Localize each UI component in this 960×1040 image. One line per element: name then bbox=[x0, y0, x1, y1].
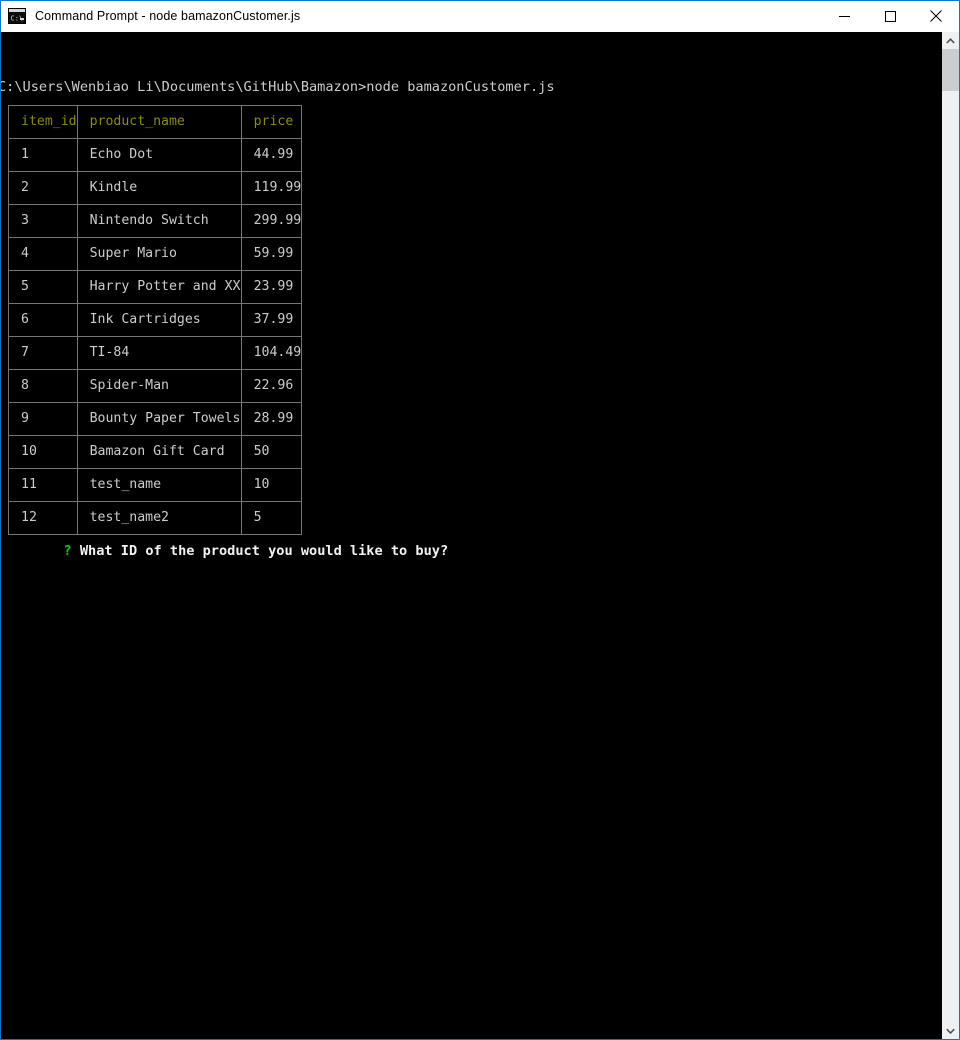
cell-product-name: TI-84 bbox=[76, 336, 242, 370]
cell-item-id: 9 bbox=[8, 402, 78, 436]
table-row: 5 Harry Potter and XX 23.99 bbox=[8, 270, 303, 304]
scrollbar-track[interactable] bbox=[942, 49, 959, 1022]
cell-item-id: 5 bbox=[8, 270, 78, 304]
table-row: 1 Echo Dot 44.99 bbox=[8, 138, 303, 172]
column-header-price: price bbox=[240, 105, 303, 139]
cell-item-id: 2 bbox=[8, 171, 78, 205]
prompt-question bbox=[72, 543, 80, 559]
cell-product-name: Spider-Man bbox=[76, 369, 242, 403]
table-row: 10 Bamazon Gift Card 50 bbox=[8, 435, 303, 469]
command-prompt-window: C:\ Command Prompt - node bamazonCustome… bbox=[0, 0, 960, 1040]
table-row: 11 test_name 10 bbox=[8, 468, 303, 502]
vertical-scrollbar[interactable] bbox=[942, 32, 959, 1039]
cell-item-id: 10 bbox=[8, 435, 78, 469]
cell-product-name: Bounty Paper Towels bbox=[76, 402, 242, 436]
chevron-down-icon bbox=[946, 1028, 955, 1034]
table-row: 3 Nintendo Switch 299.99 bbox=[8, 204, 303, 238]
cmd-console-icon: C:\ bbox=[8, 8, 26, 24]
cell-product-name: Kindle bbox=[76, 171, 242, 205]
cell-product-name: Nintendo Switch bbox=[76, 204, 242, 238]
cell-price: 37.99 bbox=[240, 303, 303, 337]
close-button[interactable] bbox=[913, 1, 959, 31]
inquirer-prompt: ? What ID of the product you would like … bbox=[1, 527, 448, 575]
cell-product-name: Harry Potter and XX bbox=[76, 270, 242, 304]
scroll-down-button[interactable] bbox=[942, 1022, 959, 1039]
cell-product-name: test_name bbox=[76, 468, 242, 502]
table-row: 9 Bounty Paper Towels 28.99 bbox=[8, 402, 303, 436]
cell-product-name: Super Mario bbox=[76, 237, 242, 271]
table-row: 4 Super Mario 59.99 bbox=[8, 237, 303, 271]
cell-price: 22.96 bbox=[240, 369, 303, 403]
cell-price: 44.99 bbox=[240, 138, 303, 172]
scroll-up-button[interactable] bbox=[942, 32, 959, 49]
prompt-marker-icon: ? bbox=[63, 543, 72, 559]
table-row: 2 Kindle 119.99 bbox=[8, 171, 303, 205]
cell-price: 299.99 bbox=[240, 204, 303, 238]
table-row: 7 TI-84 104.49 bbox=[8, 336, 303, 370]
maximize-button[interactable] bbox=[867, 1, 913, 31]
table-header-row: item_id product_name price bbox=[8, 105, 303, 139]
command-line: C:\Users\Wenbiao Li\Documents\GitHub\Bam… bbox=[1, 79, 555, 95]
column-header-item-id: item_id bbox=[8, 105, 78, 139]
products-table: item_id product_name price 1 Echo Dot 44… bbox=[8, 105, 303, 535]
cell-item-id: 6 bbox=[8, 303, 78, 337]
table-row: 6 Ink Cartridges 37.99 bbox=[8, 303, 303, 337]
maximize-icon bbox=[884, 10, 896, 22]
window-title: Command Prompt - node bamazonCustomer.js bbox=[35, 9, 301, 23]
table-row: 8 Spider-Man 22.96 bbox=[8, 369, 303, 403]
console-area: C:\Users\Wenbiao Li\Documents\GitHub\Bam… bbox=[1, 32, 959, 1039]
minimize-icon bbox=[838, 15, 850, 17]
console-output[interactable]: C:\Users\Wenbiao Li\Documents\GitHub\Bam… bbox=[1, 32, 942, 1039]
minimize-button[interactable] bbox=[821, 1, 867, 31]
cell-item-id: 3 bbox=[8, 204, 78, 238]
cell-item-id: 4 bbox=[8, 237, 78, 271]
cell-price: 50 bbox=[240, 435, 303, 469]
cell-product-name: Ink Cartridges bbox=[76, 303, 242, 337]
cell-price: 119.99 bbox=[240, 171, 303, 205]
cell-product-name: Echo Dot bbox=[76, 138, 242, 172]
cell-price: 59.99 bbox=[240, 237, 303, 271]
title-bar[interactable]: C:\ Command Prompt - node bamazonCustome… bbox=[1, 1, 959, 32]
cell-price: 28.99 bbox=[240, 402, 303, 436]
window-controls bbox=[821, 1, 959, 31]
chevron-up-icon bbox=[946, 37, 955, 44]
cell-item-id: 1 bbox=[8, 138, 78, 172]
cell-price: 104.49 bbox=[240, 336, 303, 370]
cell-item-id: 8 bbox=[8, 369, 78, 403]
scrollbar-thumb[interactable] bbox=[942, 49, 959, 91]
cell-item-id: 11 bbox=[8, 468, 78, 502]
column-header-product-name: product_name bbox=[76, 105, 242, 139]
cell-price: 23.99 bbox=[240, 270, 303, 304]
cell-item-id: 7 bbox=[8, 336, 78, 370]
cell-price: 10 bbox=[240, 468, 303, 502]
cell-product-name: Bamazon Gift Card bbox=[76, 435, 242, 469]
prompt-question-text: What ID of the product you would like to… bbox=[79, 543, 449, 559]
close-icon bbox=[930, 10, 942, 22]
